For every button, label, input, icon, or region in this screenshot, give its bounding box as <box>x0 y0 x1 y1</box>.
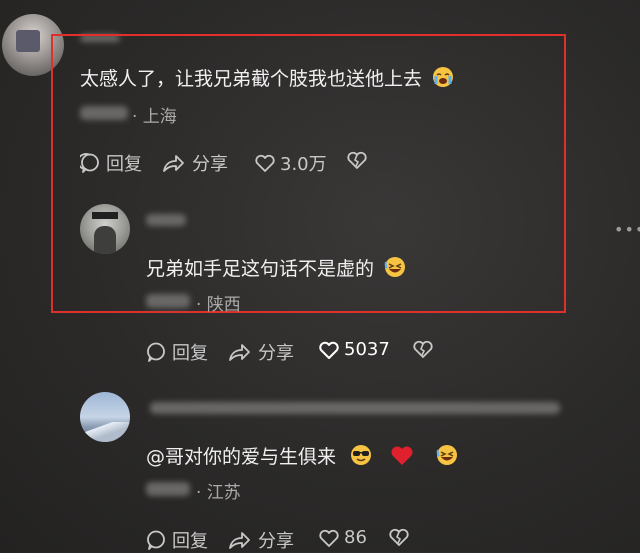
sunglasses-face-icon <box>350 444 372 471</box>
share-button[interactable]: 分享 <box>162 150 228 176</box>
comment-bubble-icon <box>147 342 165 362</box>
rolling-laughing-icon <box>436 444 458 471</box>
like-count: 3.0万 <box>280 154 327 175</box>
heart-outline-icon <box>319 529 339 547</box>
more-options-icon[interactable]: ••• <box>614 220 640 239</box>
like-count: 86 <box>344 527 367 548</box>
like-count: 5037 <box>344 339 390 360</box>
share-button[interactable]: 分享 <box>228 527 294 553</box>
avatar-replier-2[interactable] <box>80 392 130 442</box>
reply-location: · 江苏 <box>196 483 241 503</box>
comment-bubble-icon <box>147 530 165 550</box>
timestamp-blurred <box>146 482 190 496</box>
reply-button[interactable]: 回复 <box>146 339 208 365</box>
timestamp-blurred <box>80 106 128 120</box>
comment-bubble-icon <box>80 153 99 173</box>
username-blurred <box>146 214 186 226</box>
red-heart-icon <box>390 444 414 471</box>
reply-location: · 陕西 <box>196 295 241 315</box>
share-arrow-icon <box>229 532 250 549</box>
dislike-button[interactable] <box>412 339 434 359</box>
reply-text: @哥对你的爱与生俱来 <box>146 442 458 471</box>
share-button[interactable]: 分享 <box>228 339 294 365</box>
comment-location: · 上海 <box>132 107 177 127</box>
like-button[interactable]: 5037 <box>318 339 390 360</box>
reply-text: 兄弟如手足这句话不是虚的 <box>146 254 406 283</box>
heart-outline-icon <box>319 341 339 359</box>
reply-button[interactable]: 回复 <box>80 150 142 176</box>
username-blurred <box>150 402 560 414</box>
timestamp-blurred <box>146 294 190 308</box>
share-arrow-icon <box>229 344 250 361</box>
broken-heart-icon <box>347 151 367 169</box>
heart-outline-icon <box>255 154 275 172</box>
avatar-replier-1[interactable] <box>80 204 130 254</box>
broken-heart-icon <box>413 340 433 358</box>
share-arrow-icon <box>163 155 184 172</box>
comment-text: 太感人了，让我兄弟截个肢我也送他上去 <box>80 64 454 93</box>
like-button[interactable]: 3.0万 <box>254 150 327 176</box>
like-button[interactable]: 86 <box>318 527 367 548</box>
rolling-laughing-icon <box>384 256 406 283</box>
dislike-button[interactable] <box>388 527 410 547</box>
crying-face-icon <box>432 66 454 93</box>
reply-button[interactable]: 回复 <box>146 527 208 553</box>
dislike-button[interactable] <box>346 150 368 170</box>
broken-heart-icon <box>389 528 409 546</box>
